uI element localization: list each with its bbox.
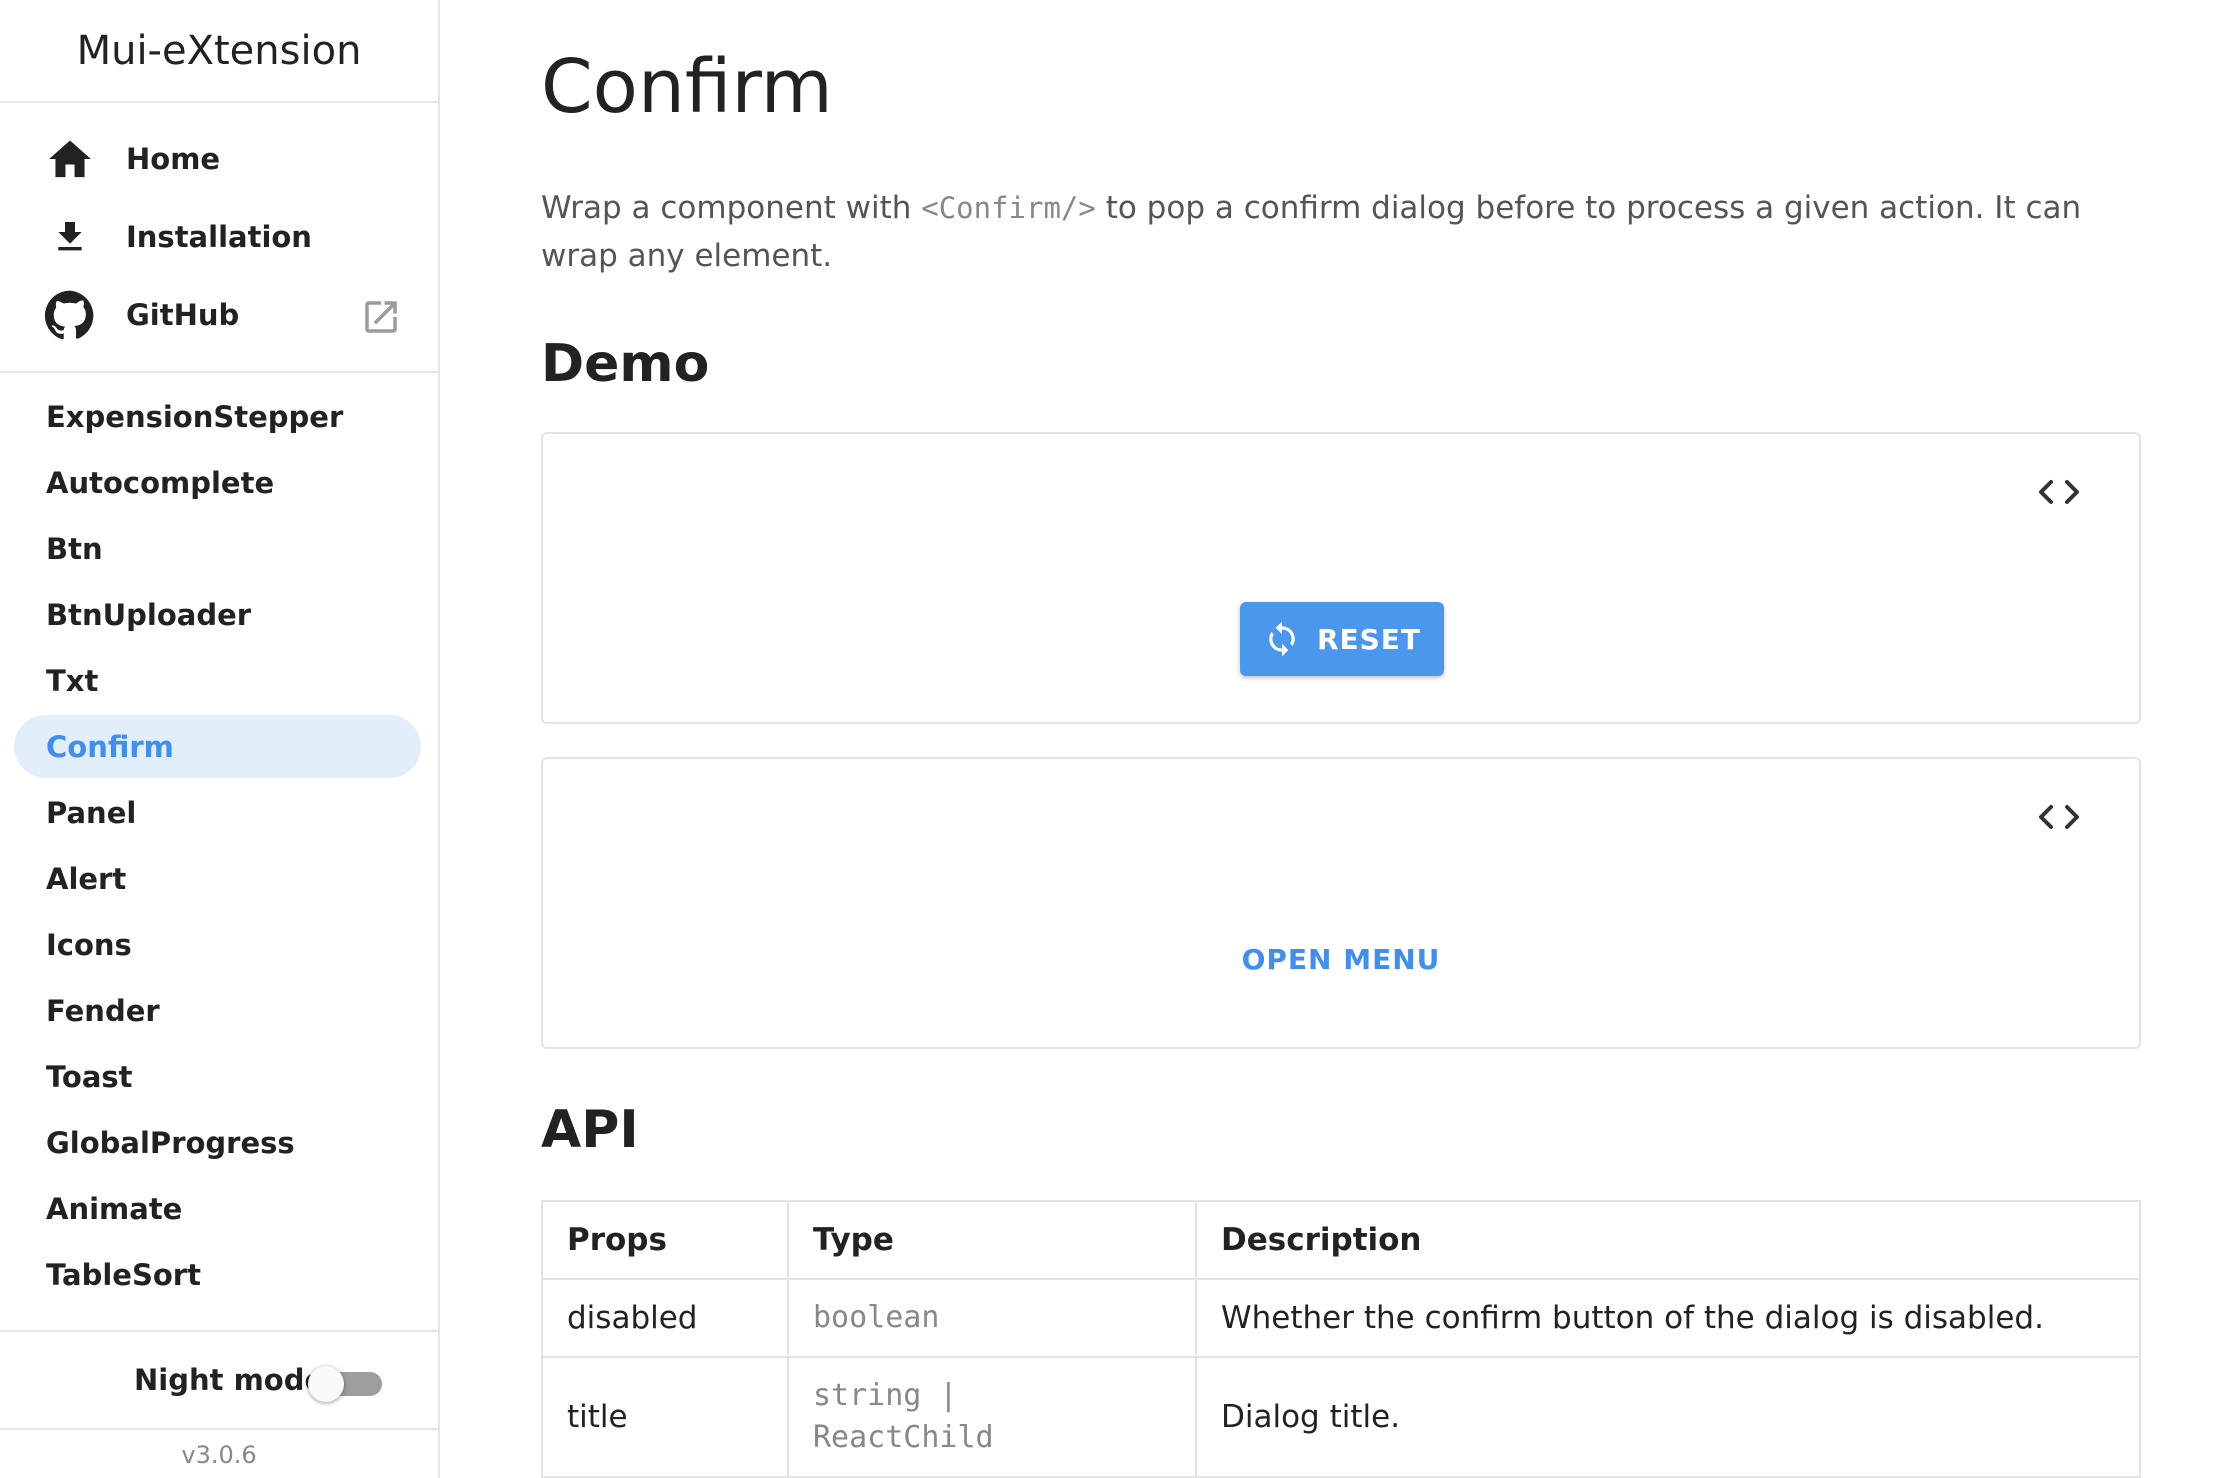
component-nav: ExpensionStepper Autocomplete Btn BtnUpl… (0, 373, 438, 1306)
download-icon (44, 211, 96, 263)
column-header-description: Description (1195, 1200, 2141, 1280)
brand-title[interactable]: Mui-eXtension (0, 0, 438, 103)
nav-item-label: GitHub (126, 298, 240, 332)
column-header-type: Type (787, 1200, 1197, 1280)
api-heading: API (541, 1100, 639, 1160)
home-icon (44, 133, 96, 185)
code-icon[interactable] (2035, 799, 2083, 835)
demo-heading: Demo (541, 334, 710, 394)
reset-button[interactable]: RESET (1240, 602, 1444, 676)
sidebar-item-tablesort[interactable]: TableSort (14, 1243, 421, 1306)
sidebar-item-expensionstepper[interactable]: ExpensionStepper (14, 385, 421, 448)
table-row: disabled boolean Whether the confirm but… (541, 1278, 2141, 1358)
sidebar-item-globalprogress[interactable]: GlobalProgress (14, 1111, 421, 1174)
code-icon[interactable] (2035, 474, 2083, 510)
prop-description: Whether the confirm button of the dialog… (1195, 1278, 2141, 1358)
top-nav: Home Installation GitHub (0, 103, 438, 373)
demo-card-open-menu: OPEN MENU (541, 757, 2141, 1049)
prop-name: disabled (541, 1278, 789, 1358)
sidebar-item-btn[interactable]: Btn (14, 517, 421, 580)
night-mode-toggle[interactable] (308, 1366, 384, 1402)
moon-icon (50, 1358, 86, 1402)
night-mode-label: Night mode (134, 1363, 325, 1397)
prop-name: title (541, 1356, 789, 1478)
open-menu-button[interactable]: OPEN MENU (543, 943, 2139, 976)
api-table: Props Type Description disabled boolean … (541, 1200, 2141, 1478)
sidebar-item-icons[interactable]: Icons (14, 913, 421, 976)
nav-item-label: Installation (126, 220, 312, 254)
github-icon (44, 289, 96, 341)
intro-code: <Confirm/> (921, 191, 1096, 225)
reset-button-label: RESET (1316, 622, 1422, 656)
toggle-thumb (308, 1366, 344, 1402)
table-header-row: Props Type Description (541, 1200, 2141, 1280)
nav-item-home[interactable]: Home (0, 120, 438, 198)
sidebar-item-toast[interactable]: Toast (14, 1045, 421, 1108)
column-header-props: Props (541, 1200, 789, 1280)
sidebar-item-animate[interactable]: Animate (14, 1177, 421, 1240)
sidebar-item-panel[interactable]: Panel (14, 781, 421, 844)
prop-description: Dialog title. (1195, 1356, 2141, 1478)
table-row: title string | ReactChild Dialog title. (541, 1356, 2141, 1478)
nav-item-label: Home (126, 142, 221, 176)
nav-item-github[interactable]: GitHub (0, 276, 438, 354)
sync-icon (1269, 621, 1295, 657)
nav-item-installation[interactable]: Installation (0, 198, 438, 276)
night-mode-row: Night mode (0, 1330, 438, 1430)
prop-type: string | ReactChild (787, 1356, 1197, 1478)
open-in-new-icon (360, 296, 402, 338)
sidebar-item-confirm[interactable]: Confirm (14, 715, 421, 778)
intro-text-before: Wrap a component with (541, 190, 922, 226)
sidebar: Mui-eXtension Home Installation GitHub E… (0, 0, 440, 1478)
sidebar-item-autocomplete[interactable]: Autocomplete (14, 451, 421, 514)
sidebar-item-btnuploader[interactable]: BtnUploader (14, 583, 421, 646)
sidebar-item-alert[interactable]: Alert (14, 847, 421, 910)
page-title: Confirm (541, 44, 833, 130)
demo-card-reset: RESET (541, 432, 2141, 724)
prop-type: boolean (787, 1278, 1197, 1358)
version-label: v3.0.6 (181, 1441, 257, 1469)
sidebar-item-fender[interactable]: Fender (14, 979, 421, 1042)
intro-text: Wrap a component with <Confirm/> to pop … (541, 184, 2141, 280)
sidebar-item-txt[interactable]: Txt (14, 649, 421, 712)
